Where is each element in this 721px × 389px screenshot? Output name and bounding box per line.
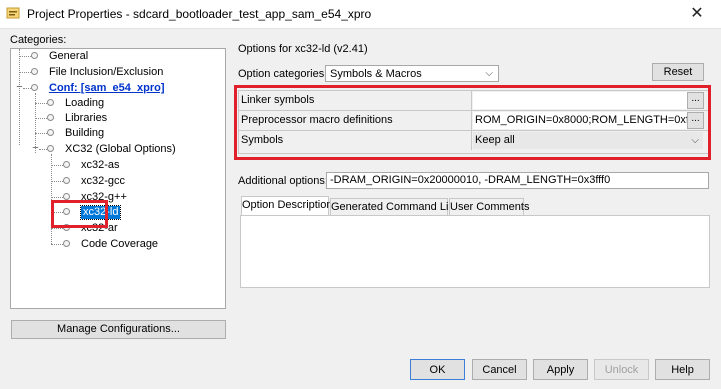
app-icon	[6, 6, 20, 20]
option-categories-label: Option categories:	[238, 68, 328, 80]
additional-options-input[interactable]: -DRAM_ORIGIN=0x20000010, -DRAM_LENGTH=0x…	[326, 172, 709, 189]
node-icon	[47, 114, 54, 121]
tree-item-xc32-gcc[interactable]: xc32-gcc	[81, 175, 125, 188]
reset-button[interactable]: Reset	[652, 63, 704, 81]
node-icon	[47, 129, 54, 136]
tree-item-libraries[interactable]: Libraries	[65, 112, 107, 125]
options-header: Options for xc32-ld (v2.41)	[238, 43, 368, 55]
categories-label: Categories:	[10, 34, 67, 46]
tree-item-loading[interactable]: Loading	[65, 97, 104, 110]
tree-item-xc32-as[interactable]: xc32-as	[81, 159, 120, 172]
additional-options-label: Additional options:	[238, 175, 328, 187]
window-title: Project Properties - sdcard_bootloader_t…	[27, 7, 372, 21]
tree-item-building[interactable]: Building	[65, 127, 104, 140]
node-icon	[31, 84, 38, 91]
tree-item-xc32-global[interactable]: XC32 (Global Options)	[65, 143, 176, 156]
highlight-box-selected-tool	[51, 200, 108, 228]
node-icon	[63, 177, 70, 184]
close-icon[interactable]: ✕	[683, 3, 711, 25]
apply-button[interactable]: Apply	[533, 359, 588, 380]
tree-item-general[interactable]: General	[49, 50, 88, 63]
description-panel	[240, 215, 710, 288]
tree-item-conf[interactable]: Conf: [sam_e54_xpro]	[49, 82, 165, 95]
node-icon	[47, 99, 54, 106]
chevron-down-icon: ⌵	[485, 68, 493, 79]
collapse-icon[interactable]: −	[16, 82, 23, 93]
node-icon	[31, 52, 38, 59]
unlock-button: Unlock	[594, 359, 649, 380]
collapse-icon[interactable]: −	[32, 143, 39, 154]
node-icon	[63, 240, 70, 247]
title-bar: Project Properties - sdcard_bootloader_t…	[0, 0, 721, 29]
help-button[interactable]: Help	[655, 359, 710, 380]
cancel-button[interactable]: Cancel	[472, 359, 527, 380]
tree-item-code-coverage[interactable]: Code Coverage	[81, 238, 158, 251]
manage-configurations-button[interactable]: Manage Configurations...	[11, 320, 226, 339]
tab-generated-command-line[interactable]: Generated Command Line	[330, 198, 461, 215]
tree-item-file-inclusion[interactable]: File Inclusion/Exclusion	[49, 66, 163, 79]
tab-user-comments[interactable]: User Comments	[449, 198, 529, 215]
node-icon	[31, 68, 38, 75]
node-icon	[63, 193, 70, 200]
option-categories-value: Symbols & Macros	[330, 68, 422, 80]
categories-tree: − − General File Inclusion/Exclusion Con…	[10, 48, 226, 309]
highlight-box-properties	[234, 85, 711, 160]
node-icon	[47, 145, 54, 152]
node-icon	[63, 161, 70, 168]
ok-button[interactable]: OK	[410, 359, 465, 380]
tab-option-description[interactable]: Option Description	[241, 196, 333, 216]
option-categories-select[interactable]: Symbols & Macros ⌵	[325, 65, 499, 82]
